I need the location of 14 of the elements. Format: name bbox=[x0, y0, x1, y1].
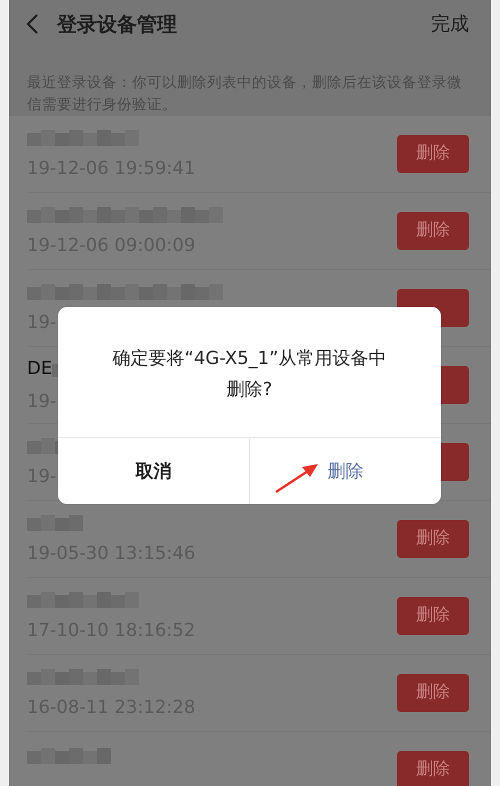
delete-button[interactable]: 删除 bbox=[397, 520, 469, 558]
page-title: 登录设备管理 bbox=[57, 11, 177, 38]
delete-button[interactable]: 删除 bbox=[397, 597, 469, 635]
delete-button[interactable]: 删除 bbox=[397, 212, 469, 250]
delete-button[interactable]: 删除 bbox=[397, 751, 469, 786]
device-name: DE bbox=[27, 357, 52, 381]
cancel-button[interactable]: 取消 bbox=[58, 438, 250, 504]
back-icon[interactable] bbox=[25, 13, 39, 35]
done-button[interactable]: 完成 bbox=[431, 10, 469, 38]
arrow-icon bbox=[274, 462, 320, 494]
delete-button[interactable]: 删除 bbox=[397, 674, 469, 712]
dialog-message: 确定要将“4G-X5_1”从常用设备中删除? bbox=[112, 347, 388, 402]
confirm-delete-button[interactable]: 删除 bbox=[250, 438, 441, 504]
delete-button[interactable]: 删除 bbox=[397, 135, 469, 173]
